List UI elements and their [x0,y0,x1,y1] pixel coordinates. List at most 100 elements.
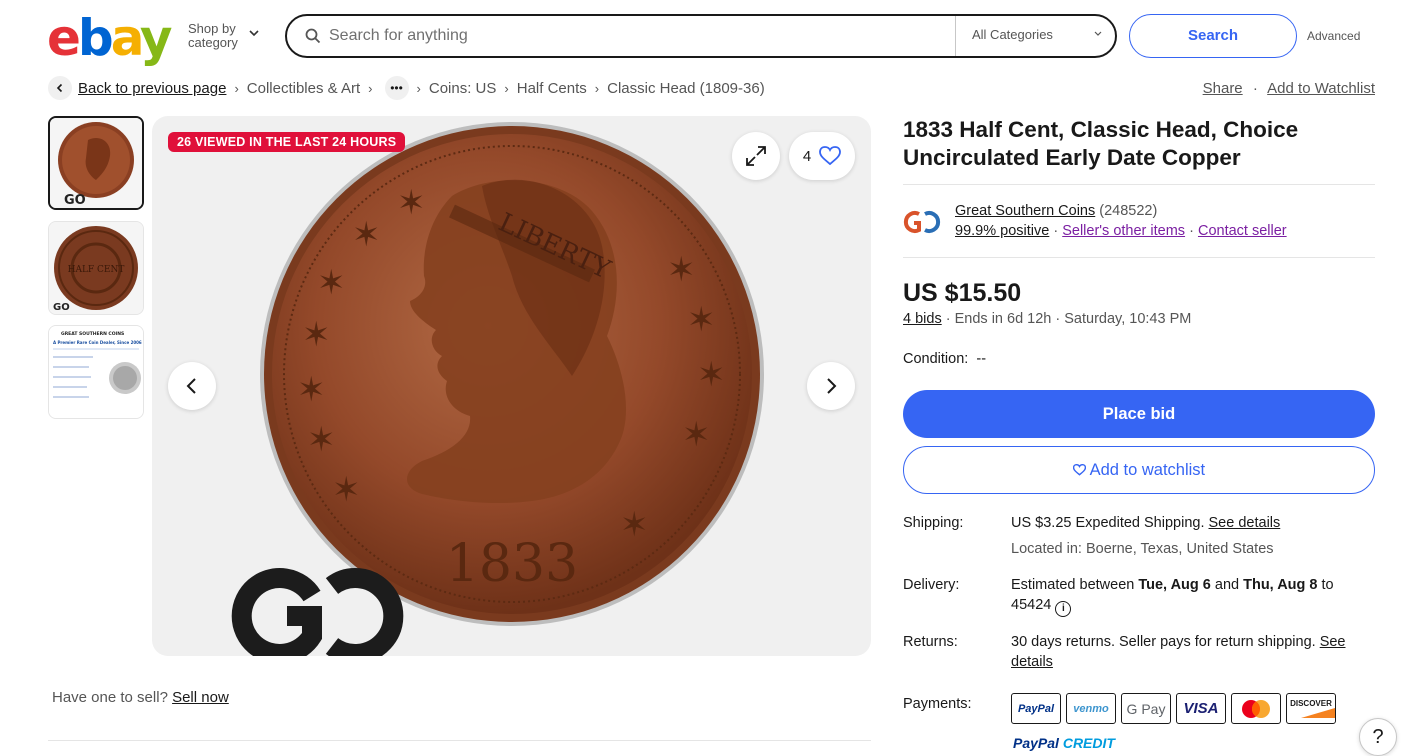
add-to-watchlist-button[interactable]: Add to watchlist [903,446,1375,494]
more-dots-icon[interactable]: ••• [384,76,409,100]
svg-text:✶: ✶ [302,316,331,354]
search-button[interactable]: Search [1129,14,1297,58]
thumbnail-2-legend: HALF CENT [68,265,125,275]
dealer-info-thumbnail: GREAT SOUTHERN COINS A Premier Rare Coin… [49,326,143,418]
coin-obverse-thumbnail: GO [50,118,142,208]
category-select[interactable]: All Categories [955,16,1117,56]
svg-text:✶: ✶ [307,421,336,459]
category-select-value: All Categories [972,27,1053,42]
back-to-previous-link[interactable]: Back to previous page [78,80,226,97]
shop-by-category-button[interactable]: Shop by category [188,22,238,50]
shipping-label: Shipping: [903,515,964,531]
delivery-text: Estimated between [1011,577,1139,593]
share-watch-links: Share · Add to Watchlist [1203,80,1375,97]
google-pay-icon: G Pay [1121,693,1171,724]
search-bar: All Categories [285,14,1117,58]
logo-letter-a: a [110,9,143,67]
chevron-down-icon [1094,31,1102,36]
fullscreen-button[interactable] [732,132,780,180]
paypal-credit-credit: CREDIT [1062,735,1115,751]
returns-label: Returns: [903,634,958,650]
sell-prompt: Have one to sell? Sell now [52,689,229,706]
shipping-cost: US $3.25 Expedited Shipping. [1011,515,1205,531]
thumbnail-3-heading: A Premier Rare Coin Dealer, Since 2006 [53,340,142,345]
search-input[interactable] [329,24,929,48]
breadcrumb-item-half-cents[interactable]: Half Cents [517,80,587,97]
seller-info: Great Southern Coins (248522) [955,203,1157,219]
seller-feedback-count: (248522) [1099,203,1158,219]
coin-year-text: 1833 [446,534,578,594]
divider [48,740,871,741]
main-image-viewer[interactable]: LIBERTY ✶ ✶ ✶ ✶ ✶ ✶ ✶ ✶ ✶ ✶ ✶ ✶ 1833 26 … [152,116,871,656]
seller-positive-link[interactable]: 99.9% positive [955,223,1049,239]
svg-text:✶: ✶ [297,371,326,409]
delivery-label: Delivery: [903,577,960,593]
divider [903,257,1375,258]
returns-value: 30 days returns. Seller pays for return … [1011,632,1375,672]
advanced-search-link[interactable]: Advanced [1307,29,1360,43]
back-arrow-icon[interactable] [48,76,72,100]
info-icon[interactable]: i [1055,601,1072,617]
returns-details-link-cont[interactable]: details [1011,654,1053,670]
delivery-and: and [1210,577,1244,593]
breadcrumb-separator: › [504,80,509,96]
delivery-date-end: Thu, Aug 8 [1243,577,1318,593]
seller-name-link[interactable]: Great Southern Coins [955,203,1095,219]
bid-info: 4 bids · Ends in 6d 12h · Saturday, 10:4… [903,311,1191,327]
logo-letter-b: b [77,9,114,67]
condition-label: Condition: [903,351,969,367]
thumbnail-1[interactable]: GO [48,116,144,210]
place-bid-button[interactable]: Place bid [903,390,1375,438]
sell-prompt-text: Have one to sell? [52,689,168,706]
condition-row: Condition: -- [903,351,986,367]
svg-text:✶: ✶ [317,264,346,302]
thumbnail-3[interactable]: GREAT SOUTHERN COINS A Premier Rare Coin… [48,325,144,419]
divider [903,184,1375,185]
thumbnail-3-brand: GREAT SOUTHERN COINS [61,331,124,337]
previous-image-button[interactable] [168,362,216,410]
contact-seller-link[interactable]: Contact seller [1198,223,1287,239]
svg-text:✶: ✶ [397,184,426,222]
coin-image: LIBERTY ✶ ✶ ✶ ✶ ✶ ✶ ✶ ✶ ✶ ✶ ✶ ✶ 1833 [231,122,764,656]
heart-icon [1072,463,1086,476]
help-button[interactable]: ? [1359,718,1397,756]
venmo-icon: venmo [1066,693,1116,724]
returns-details-link[interactable]: See [1320,634,1346,650]
bids-link[interactable]: 4 bids [903,311,942,327]
add-to-watchlist-link[interactable]: Add to Watchlist [1267,80,1375,97]
shipping-details-link[interactable]: See details [1209,515,1281,531]
ebay-logo[interactable]: ebay [47,9,173,67]
dot-separator: · [945,311,951,327]
delivery-zip[interactable]: 45424 [1011,597,1051,613]
chevron-left-icon [186,378,196,394]
svg-text:✶: ✶ [667,251,696,289]
breadcrumb-item-coins-us[interactable]: Coins: US [429,80,497,97]
thumbnail-2[interactable]: HALF CENT GO [48,221,144,315]
delivery-value: Estimated between Tue, Aug 6 and Thu, Au… [1011,575,1375,617]
breadcrumb-item-classic-head[interactable]: Classic Head (1809-36) [607,80,765,97]
seller-logo-icon[interactable] [903,206,943,238]
category-label: category [188,35,238,50]
seller-links: 99.9% positive · Seller's other items · … [955,223,1287,239]
dot-separator: · [1252,80,1258,97]
svg-text:✶: ✶ [682,416,711,454]
expand-icon [746,146,766,166]
svg-text:✶: ✶ [620,506,649,544]
share-link[interactable]: Share [1203,80,1243,97]
dot-separator: · [1189,223,1194,239]
svg-text:GO: GO [53,302,70,313]
breadcrumb-separator: › [594,80,600,96]
paypal-credit-logo: PayPal CREDIT [1013,735,1115,751]
watch-count: 4 [802,147,812,165]
dot-separator: · [1053,223,1059,239]
logo-letter-y: y [139,9,173,67]
seller-other-items-link[interactable]: Seller's other items [1062,223,1185,239]
current-price: US $15.50 [903,279,1022,307]
payment-methods: PayPal venmo G Pay VISA DISCOVER [1011,693,1336,724]
sell-now-link[interactable]: Sell now [172,689,229,706]
next-image-button[interactable] [807,362,855,410]
viewed-badge: 26 VIEWED IN THE LAST 24 HOURS [168,132,406,152]
breadcrumb-item-collectibles[interactable]: Collectibles & Art [247,80,360,97]
paypal-credit-paypal: PayPal [1013,735,1059,751]
watch-count-button[interactable]: 4 [789,132,855,180]
